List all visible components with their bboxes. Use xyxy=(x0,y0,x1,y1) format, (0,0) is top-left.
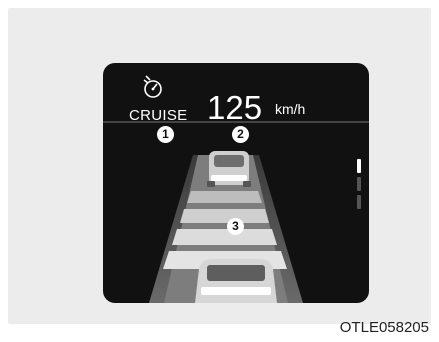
distance-bar-1 xyxy=(187,191,262,203)
vehicle-ahead-icon xyxy=(207,151,251,187)
distance-bar-3 xyxy=(172,229,277,245)
own-vehicle-icon xyxy=(195,259,277,303)
callout-distance: 3 xyxy=(227,218,244,235)
distance-bar-2 xyxy=(180,209,269,223)
callout-vehicle-ahead: 2 xyxy=(232,126,249,143)
instrument-cluster-display: CRUISE 125 km/h 1 2 3 xyxy=(103,63,369,303)
speedometer-cruise-icon xyxy=(143,75,162,98)
callout-cruise: 1 xyxy=(157,126,174,143)
cruise-label: CRUISE xyxy=(129,107,188,124)
image-reference-code: OTLE058205 xyxy=(339,319,429,336)
set-speed-value: 125 xyxy=(207,89,263,126)
side-gauge-indicator xyxy=(357,159,361,209)
illustration-frame: CRUISE 125 km/h 1 2 3 xyxy=(8,8,431,324)
speed-unit: km/h xyxy=(275,101,306,117)
